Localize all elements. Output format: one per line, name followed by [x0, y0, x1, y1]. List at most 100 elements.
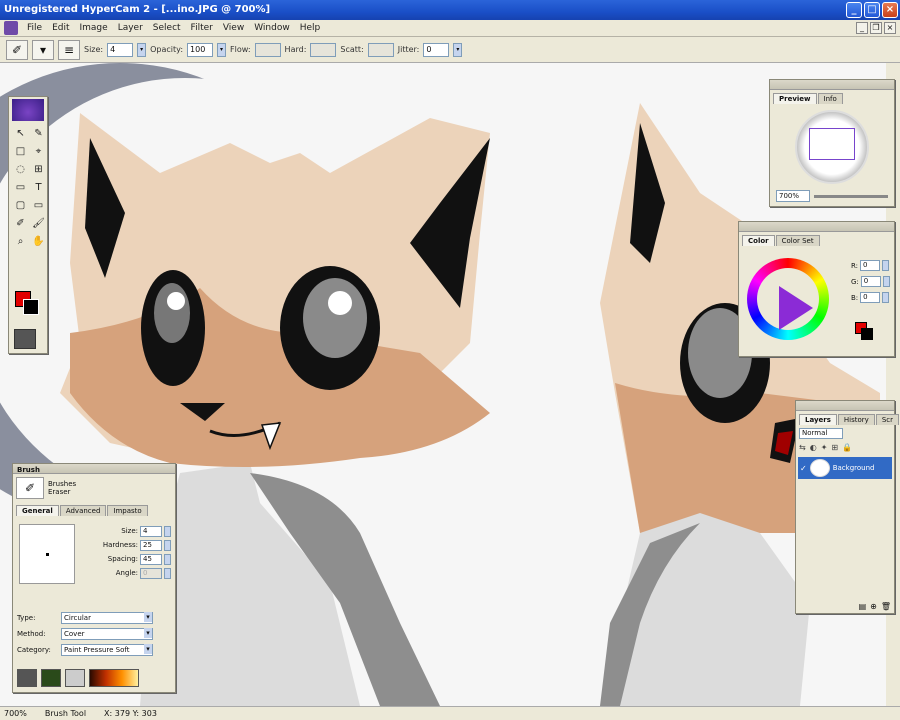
rect-tool-icon[interactable]: ▢ [12, 197, 29, 214]
brush-angle-input[interactable]: 0 [140, 567, 162, 579]
brush-preset-picker[interactable]: ▾ [32, 39, 54, 60]
brush-spacing-row: Spacing: 45 [79, 552, 171, 566]
preview-thumbnail[interactable] [795, 110, 869, 184]
brush-texture-swatch[interactable] [17, 669, 37, 687]
frame-tool-icon[interactable]: ▭ [30, 197, 47, 214]
brush-panel-header[interactable]: Brush [13, 464, 175, 474]
menu-select[interactable]: Select [148, 23, 186, 33]
flow-input[interactable] [254, 42, 281, 57]
tab-scripts[interactable]: Scr [875, 414, 899, 425]
minimize-button[interactable]: _ [846, 2, 862, 18]
size-input[interactable]: 4 [107, 42, 134, 57]
blend-mode-select[interactable]: Normal [799, 428, 843, 439]
tab-info[interactable]: Info [817, 93, 843, 104]
brush-angle-dropdown[interactable] [164, 567, 171, 579]
tab-color-set[interactable]: Color Set [775, 235, 820, 246]
layer-visibility-icon[interactable]: ✓ [800, 464, 807, 473]
brush-spacing-dropdown[interactable] [164, 553, 171, 565]
brush-size-input[interactable]: 4 [140, 525, 162, 537]
tab-advanced[interactable]: Advanced [59, 505, 107, 516]
opacity-input[interactable]: 100 [187, 42, 214, 57]
preview-zoom-input[interactable]: 700% [776, 190, 810, 202]
preview-view-rect[interactable] [809, 128, 855, 160]
link-icon[interactable]: ⇆ [799, 443, 806, 452]
lock-icon[interactable]: 🔒 [842, 443, 852, 452]
status-tool: Brush Tool [44, 709, 87, 718]
scatter-input[interactable] [367, 42, 394, 57]
brush-hardness-input[interactable]: 25 [140, 539, 162, 551]
shape-tool-icon[interactable]: ▭ [12, 179, 29, 196]
menu-file[interactable]: File [22, 23, 47, 33]
lasso-tool-icon[interactable]: ◌ [12, 161, 29, 178]
brush-shape-swatch[interactable] [65, 669, 85, 687]
hardness-input[interactable] [310, 42, 337, 57]
tab-general[interactable]: General [16, 505, 59, 516]
red-input[interactable]: 0 [860, 260, 881, 271]
doc-restore-button[interactable]: ❐ [870, 22, 882, 34]
menu-view[interactable]: View [218, 23, 249, 33]
doc-minimize-button[interactable]: _ [856, 22, 868, 34]
tab-history[interactable]: History [837, 414, 875, 425]
size-dropdown[interactable]: ▾ [137, 42, 147, 57]
brush-mode-icon[interactable]: ≡ [58, 39, 80, 60]
effects-icon[interactable]: ✦ [821, 443, 828, 452]
zoom-tool-icon[interactable]: ⌕ [12, 233, 29, 250]
brush-method-select[interactable]: Cover [61, 628, 153, 640]
brush-tool-icon[interactable]: ✐ [6, 39, 28, 60]
brush-category-select[interactable]: Paint Pressure Soft [61, 644, 153, 656]
brush-type-select[interactable]: Circular [61, 612, 153, 624]
menu-help[interactable]: Help [295, 23, 326, 33]
blue-input[interactable]: 0 [860, 292, 881, 303]
tab-impasto[interactable]: Impasto [107, 505, 148, 516]
color-triangle[interactable] [779, 286, 813, 330]
blue-dropdown[interactable] [882, 292, 890, 303]
jitter-input[interactable]: 0 [423, 42, 450, 57]
maximize-button[interactable]: □ [864, 2, 880, 18]
menu-image[interactable]: Image [75, 23, 113, 33]
tab-layers[interactable]: Layers [799, 414, 837, 425]
hand-tool-icon[interactable]: ✋ [30, 233, 47, 250]
crosshair-tool-icon[interactable]: ⌖ [30, 143, 47, 160]
brush-hardness-dropdown[interactable] [164, 539, 171, 551]
green-dropdown[interactable] [882, 276, 890, 287]
brush-tool-icon[interactable]: 🖌 [30, 215, 47, 232]
brush-pattern-swatch[interactable] [41, 669, 61, 687]
brush-preset-icon[interactable]: ✐ [16, 477, 44, 499]
new-layer-icon[interactable]: ⊕ [870, 602, 877, 611]
layer-row-background[interactable]: ✓ Background [798, 457, 892, 479]
crop-tool-icon[interactable]: ⊞ [30, 161, 47, 178]
menu-filter[interactable]: Filter [186, 23, 218, 33]
layer-properties-icon[interactable]: ▤ [859, 602, 867, 611]
pen-tool-icon[interactable]: ✎ [30, 125, 47, 142]
pencil-tool-icon[interactable]: ✐ [12, 215, 29, 232]
layers-panel-header[interactable] [796, 401, 894, 411]
color-wheel[interactable] [747, 258, 829, 340]
delete-layer-icon[interactable]: 🗑 [881, 602, 891, 611]
menu-layer[interactable]: Layer [113, 23, 148, 33]
tab-preview[interactable]: Preview [773, 93, 817, 104]
grid-icon[interactable]: ⊞ [831, 443, 838, 452]
color-panel-header[interactable] [739, 222, 894, 232]
brush-size-dropdown[interactable] [164, 525, 171, 537]
green-input[interactable]: 0 [860, 276, 881, 287]
preview-zoom-slider[interactable] [814, 194, 888, 198]
brush-spacing-input[interactable]: 45 [140, 553, 162, 565]
marquee-tool-icon[interactable]: □ [12, 143, 29, 160]
move-tool-icon[interactable]: ↖ [12, 125, 29, 142]
tab-color[interactable]: Color [742, 235, 775, 246]
background-color-swatch[interactable] [23, 299, 39, 315]
app-icon[interactable] [4, 21, 18, 35]
brush-gradient-swatch[interactable] [89, 669, 139, 687]
menu-window[interactable]: Window [249, 23, 295, 33]
opacity-dropdown[interactable]: ▾ [217, 42, 227, 57]
mask-icon[interactable]: ◐ [810, 443, 817, 452]
text-tool-icon[interactable]: T [30, 179, 47, 196]
red-dropdown[interactable] [882, 260, 890, 271]
close-button[interactable]: × [882, 2, 898, 18]
jitter-dropdown[interactable]: ▾ [453, 42, 463, 57]
screen-mode-icon[interactable] [14, 329, 36, 349]
menu-edit[interactable]: Edit [47, 23, 74, 33]
preview-panel-header[interactable] [770, 80, 894, 90]
doc-close-button[interactable]: × [884, 22, 896, 34]
color-panel-bg-swatch[interactable] [861, 328, 873, 340]
